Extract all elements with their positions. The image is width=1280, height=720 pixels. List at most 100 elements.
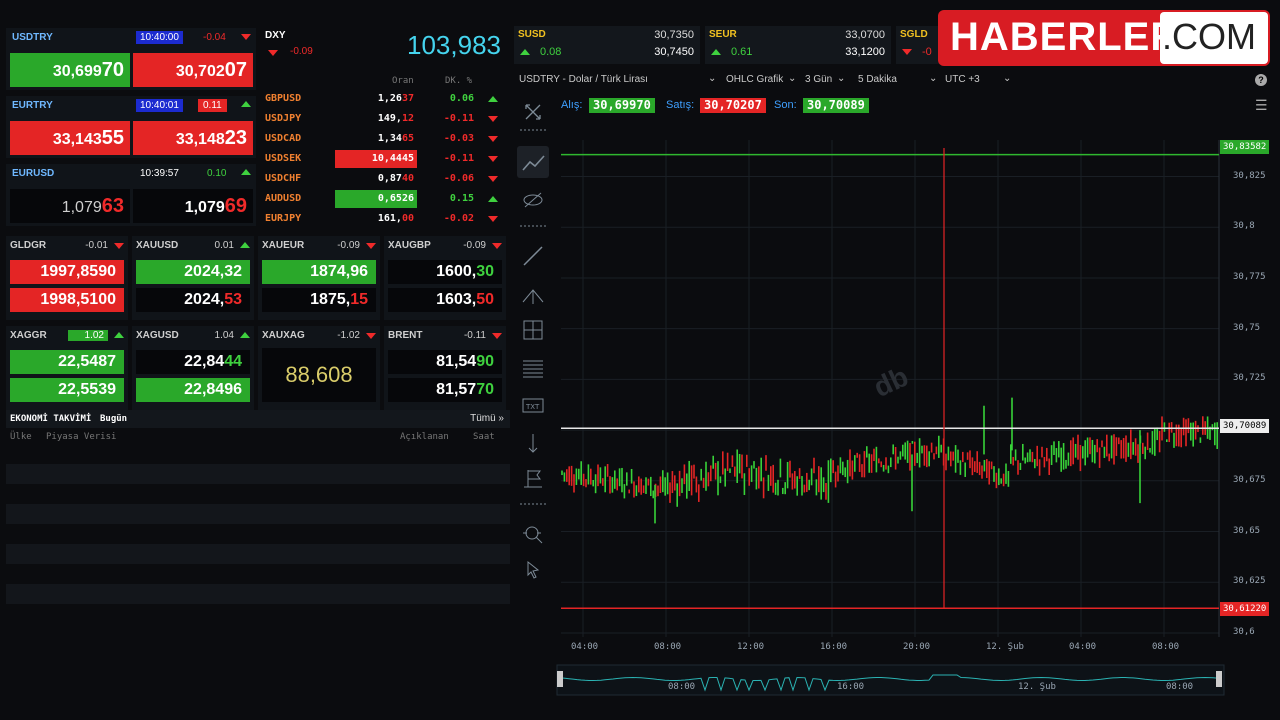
quote-susd[interactable]: SUSD 30,7350 0.08 30,7450 xyxy=(514,26,700,64)
pitchfork-tool-icon[interactable] xyxy=(517,280,549,312)
last-line-label: 30,70089 xyxy=(1220,419,1270,433)
dxy-symbol: DXY xyxy=(265,30,286,41)
down-arrow-icon xyxy=(114,243,124,249)
metal-brent[interactable]: BRENT -0.11 81,5490 81,5770 xyxy=(384,326,506,410)
fx-rate: 0,8740 xyxy=(335,170,417,188)
tile-change: 0.10 xyxy=(207,168,227,179)
ask-price[interactable]: 30,70207 xyxy=(133,53,253,87)
fx-row-usdsek[interactable]: USDSEK 10,4445 -0.11 xyxy=(262,150,507,168)
metal-symbol: XAGGR xyxy=(10,330,47,341)
chevron-down-icon[interactable]: ⌄ xyxy=(708,73,716,84)
fx-row-usdjpy[interactable]: USDJPY 149,12 -0.11 xyxy=(262,110,507,128)
chevron-down-icon[interactable]: ⌄ xyxy=(837,73,845,84)
metal-price-main: 81,54 xyxy=(436,353,477,370)
fx-change: 0.15 xyxy=(449,193,474,204)
ask-badge: 30,70207 xyxy=(700,98,766,113)
line-chart-tool-icon[interactable] xyxy=(517,146,549,178)
tile-eurusd[interactable]: EURUSD 10:39:57 0.10 1,07963 1,07969 xyxy=(6,164,256,226)
metal-xaggr[interactable]: XAGGR 1.02 22,5487 22,5539 xyxy=(6,326,128,410)
down-arrow-icon xyxy=(488,136,498,142)
col-time: Saat xyxy=(473,432,495,442)
fx-rate-tail: 65 xyxy=(401,133,414,144)
help-icon[interactable]: ? xyxy=(1255,74,1267,86)
metal-xaugbp[interactable]: XAUGBP -0.09 1600,30 1603,50 xyxy=(384,236,506,320)
dxy-panel[interactable]: DXY -0.09 103,983 xyxy=(262,28,507,72)
metal-price-main: 1997,8590 xyxy=(40,263,116,280)
navigator-handle-left[interactable] xyxy=(557,671,563,687)
fx-rate-tail: 40 xyxy=(401,173,414,184)
chart-type-select[interactable]: OHLC Grafik xyxy=(726,74,783,85)
y-tick-label: 30,775 xyxy=(1233,271,1266,282)
fx-row-usdcad[interactable]: USDCAD 1,3465 -0.03 xyxy=(262,130,507,148)
metal-xaueur[interactable]: XAUEUR -0.09 1874,96 1875,15 xyxy=(258,236,380,320)
chevron-down-icon[interactable]: ⌄ xyxy=(788,73,796,84)
up-arrow-icon xyxy=(240,242,250,248)
fx-rate-main: 1,34 xyxy=(377,133,402,144)
fibonacci-tool-icon[interactable] xyxy=(517,352,549,384)
logo-main: HABERLER xyxy=(950,15,1181,59)
fx-rate-main: 149, xyxy=(377,113,402,124)
eye-hide-icon[interactable] xyxy=(517,184,549,216)
metal-xauusd[interactable]: XAUUSD 0.01 2024,32 2024,53 xyxy=(132,236,254,320)
text-tool-icon[interactable]: TXT xyxy=(517,390,549,422)
bid-price[interactable]: 30,69970 xyxy=(10,53,130,87)
fx-rate: 10,4445 xyxy=(335,150,417,168)
fx-row-gbpusd[interactable]: GBPUSD 1,2637 0.06 xyxy=(262,90,507,108)
low-line-label: 30,61220 xyxy=(1220,602,1270,616)
col-announced: Açıklanan xyxy=(400,432,449,442)
separator xyxy=(517,500,549,508)
chevron-down-icon[interactable]: ⌄ xyxy=(1003,73,1011,84)
high-line-label: 30,83582 xyxy=(1220,140,1270,154)
metal-price: 1603,50 xyxy=(388,288,502,312)
y-tick-label: 30,75 xyxy=(1233,322,1261,333)
bid-price[interactable]: 33,14355 xyxy=(10,121,130,155)
chart-interval-select[interactable]: 5 Dakika xyxy=(858,74,897,85)
metal-xagusd[interactable]: XAGUSD 1.04 22,8444 22,8496 xyxy=(132,326,254,410)
ask-price[interactable]: 1,07969 xyxy=(133,189,253,223)
metal-change: 1.02 xyxy=(68,330,108,341)
metal-change: -0.09 xyxy=(463,240,486,251)
x-tick-label: 04:00 xyxy=(1069,642,1097,652)
menu-icon[interactable]: ☰ xyxy=(1255,97,1268,114)
tile-time: 10:39:57 xyxy=(140,168,179,179)
tile-eurtry[interactable]: EURTRY 10:40:01 0.11 33,14355 33,14823 xyxy=(6,96,256,158)
flag-tool-icon[interactable] xyxy=(517,462,549,494)
trendline-tool-icon[interactable] xyxy=(517,240,549,272)
fx-rate: 1,3465 xyxy=(335,130,417,148)
cursor-tool-icon[interactable] xyxy=(517,554,549,586)
calendar-row xyxy=(6,584,510,604)
chart-symbol-select[interactable]: USDTRY - Dolar / Türk Lirası xyxy=(519,74,648,85)
metal-gldgr[interactable]: GLDGR -0.01 1997,8590 1998,5100 xyxy=(6,236,128,320)
calendar-title: EKONOMİ TAKVİMİ xyxy=(10,414,92,424)
metal-xauxag[interactable]: XAUXAG -1.02 88,608 xyxy=(258,326,380,410)
quote-value: 30,7450 xyxy=(654,46,694,58)
zoom-tool-icon[interactable] xyxy=(517,518,549,550)
ask-main: 30,702 xyxy=(175,63,225,80)
ask-pips: 69 xyxy=(224,195,247,217)
ask-price[interactable]: 33,14823 xyxy=(133,121,253,155)
bid-main: 30,699 xyxy=(52,63,102,80)
crosshair-tool-icon[interactable] xyxy=(517,314,549,346)
measure-tool-icon[interactable] xyxy=(517,426,549,458)
chart-timezone-select[interactable]: UTC +3 xyxy=(945,74,980,85)
chart-range-select[interactable]: 3 Gün xyxy=(805,74,832,85)
calendar-all-link[interactable]: Tümü » xyxy=(470,413,504,424)
bid-price[interactable]: 1,07963 xyxy=(10,189,130,223)
bid-main: 33,143 xyxy=(52,131,102,148)
chevron-down-icon[interactable]: ⌄ xyxy=(929,73,937,84)
bid-badge: 30,69970 xyxy=(589,98,655,113)
metal-price: 22,5539 xyxy=(10,378,124,402)
metal-price-tail: 15 xyxy=(350,291,368,308)
fullscreen-icon[interactable] xyxy=(517,96,549,128)
y-tick-label: 30,8 xyxy=(1233,221,1255,232)
metal-price-tail: 44 xyxy=(224,353,242,370)
quote-seur[interactable]: SEUR 33,0700 0.61 33,1200 xyxy=(705,26,891,64)
fx-rate-main: 0,6526 xyxy=(377,193,414,204)
calendar-row xyxy=(6,504,510,524)
fx-row-eurjpy[interactable]: EURJPY 161,00 -0.02 xyxy=(262,210,507,228)
quote-value: 33,1200 xyxy=(845,46,885,58)
fx-row-usdchf[interactable]: USDCHF 0,8740 -0.06 xyxy=(262,170,507,188)
navigator-handle-right[interactable] xyxy=(1216,671,1222,687)
tile-usdtry[interactable]: USDTRY 10:40:00 -0.04 30,69970 30,70207 xyxy=(6,28,256,90)
fx-row-audusd[interactable]: AUDUSD 0,6526 0.15 xyxy=(262,190,507,208)
